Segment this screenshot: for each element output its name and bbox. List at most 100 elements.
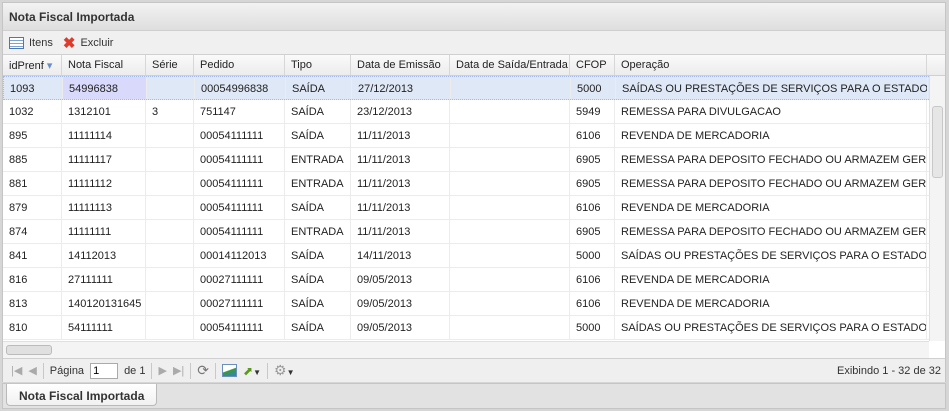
- vertical-scroll-thumb[interactable]: [932, 106, 943, 178]
- column-header-label: CFOP: [576, 59, 607, 71]
- table-cell: 09/05/2013: [351, 292, 450, 315]
- table-cell: 1093: [4, 77, 63, 99]
- table-row[interactable]: 810 54111111 00054111111 SAÍDA 09/05/2013 500…: [3, 316, 945, 340]
- table-cell: 09/05/2013: [351, 268, 450, 291]
- table-cell: [146, 316, 194, 339]
- horizontal-scrollbar[interactable]: [3, 341, 929, 358]
- table-cell: 874: [3, 220, 62, 243]
- column-header-label: Série: [152, 59, 178, 71]
- table-cell: SAÍDA: [285, 292, 351, 315]
- table-cell: REMESSA PARA DEPOSITO FECHADO OU ARMAZEM…: [615, 220, 927, 243]
- horizontal-scroll-thumb[interactable]: [6, 345, 52, 355]
- table-cell: [450, 292, 570, 315]
- table-row[interactable]: 1093 54996838 00054996838 SAÍDA 27/12/2013 50…: [3, 76, 945, 100]
- table-cell: REMESSA PARA DEPOSITO FECHADO OU ARMAZEM…: [615, 172, 927, 195]
- table-cell: [450, 100, 570, 123]
- table-cell: [147, 77, 195, 99]
- column-header[interactable]: Tipo: [285, 55, 351, 75]
- table-cell: 6905: [570, 172, 615, 195]
- column-header[interactable]: Série: [146, 55, 194, 75]
- table-cell: 11/11/2013: [351, 148, 450, 171]
- column-header[interactable]: Pedido: [194, 55, 285, 75]
- table-cell: [450, 316, 570, 339]
- table-row[interactable]: 881 11111112 00054111111 ENTRADA 11/11/2013 6…: [3, 172, 945, 196]
- table-cell: SAÍDAS OU PRESTAÇÕES DE SERVIÇOS PARA O …: [615, 244, 927, 267]
- excluir-label: Excluir: [80, 36, 114, 49]
- table-cell: SAÍDA: [285, 244, 351, 267]
- table-cell: [146, 172, 194, 195]
- delete-icon: ✖: [62, 34, 76, 52]
- table-row[interactable]: 879 11111113 00054111111 SAÍDA 11/11/2013 610…: [3, 196, 945, 220]
- table-cell: 11111111: [62, 220, 146, 243]
- column-header-label: Nota Fiscal: [68, 59, 124, 71]
- table-cell: 00054111111: [194, 172, 285, 195]
- column-header[interactable]: Operação: [615, 55, 927, 75]
- last-page-icon[interactable]: ▶|: [173, 364, 184, 377]
- table-cell: ENTRADA: [285, 172, 351, 195]
- excluir-button[interactable]: ✖ Excluir: [63, 34, 114, 52]
- table-row[interactable]: 874 11111111 00054111111 ENTRADA 11/11/2013 6…: [3, 220, 945, 244]
- itens-label: Itens: [29, 36, 53, 49]
- table-cell: 00054111111: [194, 220, 285, 243]
- refresh-icon[interactable]: ⟳: [197, 362, 209, 379]
- table-cell: [450, 148, 570, 171]
- next-page-icon[interactable]: ▶: [158, 364, 166, 377]
- chart-icon[interactable]: [222, 364, 238, 377]
- table-row[interactable]: 885 11111117 00054111111 ENTRADA 11/11/2013 6…: [3, 148, 945, 172]
- export-icon[interactable]: ⬈▼: [243, 364, 261, 378]
- table-cell: 881: [3, 172, 62, 195]
- table-cell: [146, 292, 194, 315]
- table-cell: 00014112013: [194, 244, 285, 267]
- page-count: de 1: [124, 364, 146, 377]
- table-cell: 00027111111: [194, 292, 285, 315]
- page-input[interactable]: [90, 362, 119, 379]
- prev-page-icon[interactable]: ◀: [28, 364, 36, 377]
- settings-icon[interactable]: ⚙▼: [274, 362, 294, 379]
- list-icon: [9, 36, 24, 49]
- sort-desc-icon: ▾: [43, 60, 53, 72]
- table-cell: [146, 196, 194, 219]
- table-cell: 11/11/2013: [351, 124, 450, 147]
- tab-nota-fiscal-importada[interactable]: Nota Fiscal Importada: [6, 384, 158, 406]
- table-cell: [450, 196, 570, 219]
- table-row[interactable]: 1032 1312101 3 751147 SAÍDA 23/12/2013 5949 REM…: [3, 100, 945, 124]
- toolbar: Itens ✖ Excluir: [3, 31, 945, 55]
- table-cell: 00054111111: [194, 148, 285, 171]
- table-cell: ENTRADA: [285, 220, 351, 243]
- table-cell: 00054111111: [194, 196, 285, 219]
- column-header[interactable]: idPrenf ▾: [3, 55, 62, 75]
- table-cell: SAÍDA: [286, 77, 352, 99]
- grid-body: 1093 54996838 00054996838 SAÍDA 27/12/2013 50…: [3, 76, 945, 340]
- table-cell: REMESSA PARA DEPOSITO FECHADO OU ARMAZEM…: [615, 148, 927, 171]
- table-cell: SAÍDA: [285, 196, 351, 219]
- separator: [42, 362, 44, 379]
- first-page-icon[interactable]: |◀: [11, 364, 22, 377]
- table-cell: [146, 220, 194, 243]
- table-row[interactable]: 841 14112013 00014112013 SAÍDA 14/11/2013 500…: [3, 244, 945, 268]
- column-header[interactable]: Data de Saída/Entrada: [450, 55, 570, 75]
- vertical-scrollbar[interactable]: [929, 76, 945, 341]
- panel-title: Nota Fiscal Importada: [3, 3, 945, 31]
- grid-header: idPrenf ▾ Nota Fiscal Série Pedido Tipo Data …: [3, 55, 945, 76]
- table-cell: REVENDA DE MERCADORIA: [615, 196, 927, 219]
- column-header[interactable]: Nota Fiscal: [62, 55, 146, 75]
- table-cell: [146, 124, 194, 147]
- table-cell: 00054111111: [194, 316, 285, 339]
- column-header-label: Data de Emissão: [357, 59, 441, 71]
- table-cell: 5949: [570, 100, 615, 123]
- table-cell: 140120131645: [62, 292, 146, 315]
- itens-button[interactable]: Itens: [9, 36, 53, 49]
- table-cell: [450, 220, 570, 243]
- table-cell: 895: [3, 124, 62, 147]
- table-cell: 6106: [570, 196, 615, 219]
- column-header[interactable]: Data de Emissão: [351, 55, 450, 75]
- column-header[interactable]: CFOP: [570, 55, 615, 75]
- table-cell: 6905: [570, 148, 615, 171]
- table-cell: [146, 148, 194, 171]
- column-header-label: Tipo: [291, 59, 312, 71]
- table-row[interactable]: 895 11111114 00054111111 SAÍDA 11/11/2013 610…: [3, 124, 945, 148]
- table-row[interactable]: 813 140120131645 00027111111 SAÍDA 09/05/201…: [3, 292, 945, 316]
- table-row[interactable]: 816 27111111 00027111111 SAÍDA 09/05/2013 610…: [3, 268, 945, 292]
- table-cell: SAÍDA: [285, 100, 351, 123]
- table-cell: 6106: [570, 292, 615, 315]
